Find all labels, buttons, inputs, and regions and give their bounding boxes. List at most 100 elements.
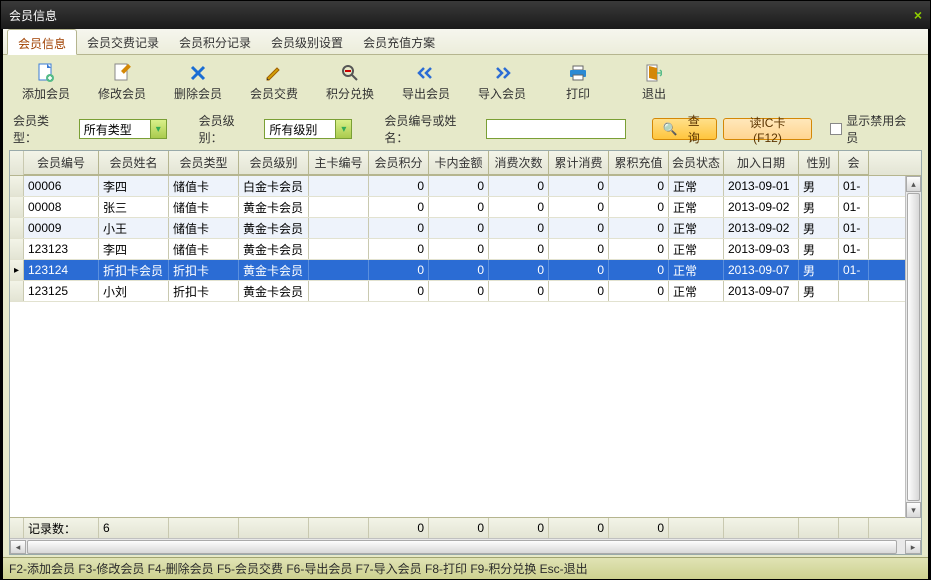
cell-bal: 0 xyxy=(429,218,489,238)
table-row[interactable]: 123125小刘折扣卡黄金卡会员00000正常2013-09-07男 xyxy=(10,281,921,302)
table-row[interactable]: ▸123124折扣卡会员折扣卡黄金卡会员00000正常2013-09-07男01… xyxy=(10,260,921,281)
tab-会员积分记录[interactable]: 会员积分记录 xyxy=(169,29,261,54)
titlebar[interactable]: 会员信息 × xyxy=(1,1,930,29)
print-button[interactable]: 打印 xyxy=(549,63,607,102)
cell-id: 00009 xyxy=(24,218,99,238)
close-icon[interactable]: × xyxy=(914,7,922,23)
add-button[interactable]: 添加会员 xyxy=(17,63,75,102)
col-header[interactable]: 主卡编号 xyxy=(309,151,369,175)
cell-type: 储值卡 xyxy=(169,239,239,259)
cell-count: 0 xyxy=(489,218,549,238)
cell-cum: 0 xyxy=(549,176,609,196)
delete-button[interactable]: 删除会员 xyxy=(169,63,227,102)
vertical-scrollbar[interactable]: ▴ ▾ xyxy=(905,176,921,518)
edit-button[interactable]: 修改会员 xyxy=(93,63,151,102)
col-header[interactable]: 加入日期 xyxy=(724,151,799,175)
search-icon: 🔍 xyxy=(663,122,678,136)
table-row[interactable]: 123123李四储值卡黄金卡会员00000正常2013-09-03男01- xyxy=(10,239,921,260)
level-combo-input[interactable] xyxy=(265,120,335,138)
toolbar: 添加会员修改会员 删除会员会员交费积分兑换 导出会员导入会员打印 退出 xyxy=(9,61,922,108)
row-handle[interactable] xyxy=(10,281,24,301)
exit-label: 退出 xyxy=(642,85,666,102)
row-handle[interactable] xyxy=(10,197,24,217)
cell-date: 2013-09-01 xyxy=(724,176,799,196)
table-row[interactable]: 00008张三储值卡黄金卡会员00000正常2013-09-02男01- xyxy=(10,197,921,218)
file-add-icon xyxy=(36,63,56,83)
cell-id: 123124 xyxy=(24,260,99,280)
grid-body[interactable]: 00006李四储值卡白金卡会员00000正常2013-09-01男01-0000… xyxy=(10,176,921,517)
col-header[interactable]: 消费次数 xyxy=(489,151,549,175)
row-handle-footer xyxy=(10,518,24,538)
edit-label: 修改会员 xyxy=(98,85,146,102)
cell-type: 折扣卡 xyxy=(169,281,239,301)
table-row[interactable]: 00006李四储值卡白金卡会员00000正常2013-09-01男01- xyxy=(10,176,921,197)
cell-type: 储值卡 xyxy=(169,197,239,217)
export-button[interactable]: 导出会员 xyxy=(397,63,455,102)
cell-date: 2013-09-02 xyxy=(724,197,799,217)
scroll-right-icon[interactable]: ▸ xyxy=(905,540,921,554)
type-combo[interactable]: ▾ xyxy=(79,119,167,139)
col-header[interactable]: 累积充值 xyxy=(609,151,669,175)
cell-level: 黄金卡会员 xyxy=(239,239,309,259)
chevron-down-icon[interactable]: ▾ xyxy=(335,120,351,138)
read-ic-button[interactable]: 读IC卡 (F12) xyxy=(723,118,813,140)
cell-extra xyxy=(839,281,869,301)
cell-card xyxy=(309,176,369,196)
scroll-vthumb[interactable] xyxy=(907,193,920,501)
cell-bal: 0 xyxy=(429,281,489,301)
col-header[interactable]: 会员级别 xyxy=(239,151,309,175)
col-header[interactable]: 性别 xyxy=(799,151,839,175)
col-header[interactable]: 累计消费 xyxy=(549,151,609,175)
cell-sex: 男 xyxy=(799,239,839,259)
cell-count: 0 xyxy=(489,260,549,280)
footer-cum: 0 xyxy=(549,518,609,538)
scroll-left-icon[interactable]: ◂ xyxy=(10,540,26,554)
pay-button[interactable]: 会员交费 xyxy=(245,63,303,102)
footer-label: 记录数： xyxy=(24,518,99,538)
query-button[interactable]: 🔍 查询 xyxy=(652,118,717,140)
grid-footer: 记录数： 6 0 0 0 0 0 xyxy=(10,517,921,538)
col-header[interactable]: 会员类型 xyxy=(169,151,239,175)
scroll-up-icon[interactable]: ▴ xyxy=(906,176,921,192)
show-disabled-checkbox[interactable]: 显示禁用会员 xyxy=(830,112,918,146)
tabbar: 会员信息会员交费记录会员积分记录会员级别设置会员充值方案 xyxy=(3,29,928,55)
chev-right-icon xyxy=(492,63,512,83)
import-button[interactable]: 导入会员 xyxy=(473,63,531,102)
col-header[interactable]: 会员姓名 xyxy=(99,151,169,175)
col-header[interactable]: 会 xyxy=(839,151,869,175)
tab-会员交费记录[interactable]: 会员交费记录 xyxy=(77,29,169,54)
row-handle[interactable] xyxy=(10,176,24,196)
cell-date: 2013-09-07 xyxy=(724,260,799,280)
row-handle[interactable]: ▸ xyxy=(10,260,24,280)
workarea: 添加会员修改会员 删除会员会员交费积分兑换 导出会员导入会员打印 退出 会员类型： ▾… xyxy=(3,55,928,557)
tab-会员信息[interactable]: 会员信息 xyxy=(7,29,77,55)
search-input[interactable] xyxy=(486,119,626,139)
points-button[interactable]: 积分兑换 xyxy=(321,63,379,102)
show-disabled-label: 显示禁用会员 xyxy=(846,112,918,146)
type-combo-input[interactable] xyxy=(80,120,150,138)
cell-cum: 0 xyxy=(549,260,609,280)
tab-会员级别设置[interactable]: 会员级别设置 xyxy=(261,29,353,54)
col-header[interactable]: 卡内金额 xyxy=(429,151,489,175)
row-handle[interactable] xyxy=(10,218,24,238)
exit-button[interactable]: 退出 xyxy=(625,63,683,102)
inner: 会员信息会员交费记录会员积分记录会员级别设置会员充值方案 添加会员修改会员 删除会… xyxy=(1,29,930,579)
checkbox-icon[interactable] xyxy=(830,123,842,135)
cell-bal: 0 xyxy=(429,239,489,259)
level-combo[interactable]: ▾ xyxy=(264,119,352,139)
col-header[interactable]: 会员状态 xyxy=(669,151,724,175)
scroll-thumb[interactable] xyxy=(27,540,897,554)
points-label: 积分兑换 xyxy=(326,85,374,102)
type-label: 会员类型： xyxy=(13,112,73,146)
horizontal-scrollbar[interactable]: ◂ ▸ xyxy=(10,538,921,554)
table-row[interactable]: 00009小王储值卡黄金卡会员00000正常2013-09-02男01- xyxy=(10,218,921,239)
tab-会员充值方案[interactable]: 会员充值方案 xyxy=(353,29,445,54)
scroll-down-icon[interactable]: ▾ xyxy=(906,502,921,518)
cell-id: 00008 xyxy=(24,197,99,217)
print-label: 打印 xyxy=(566,85,590,102)
col-header[interactable]: 会员积分 xyxy=(369,151,429,175)
col-header[interactable]: 会员编号 xyxy=(24,151,99,175)
pencil-icon xyxy=(264,63,284,83)
row-handle[interactable] xyxy=(10,239,24,259)
chevron-down-icon[interactable]: ▾ xyxy=(150,120,166,138)
